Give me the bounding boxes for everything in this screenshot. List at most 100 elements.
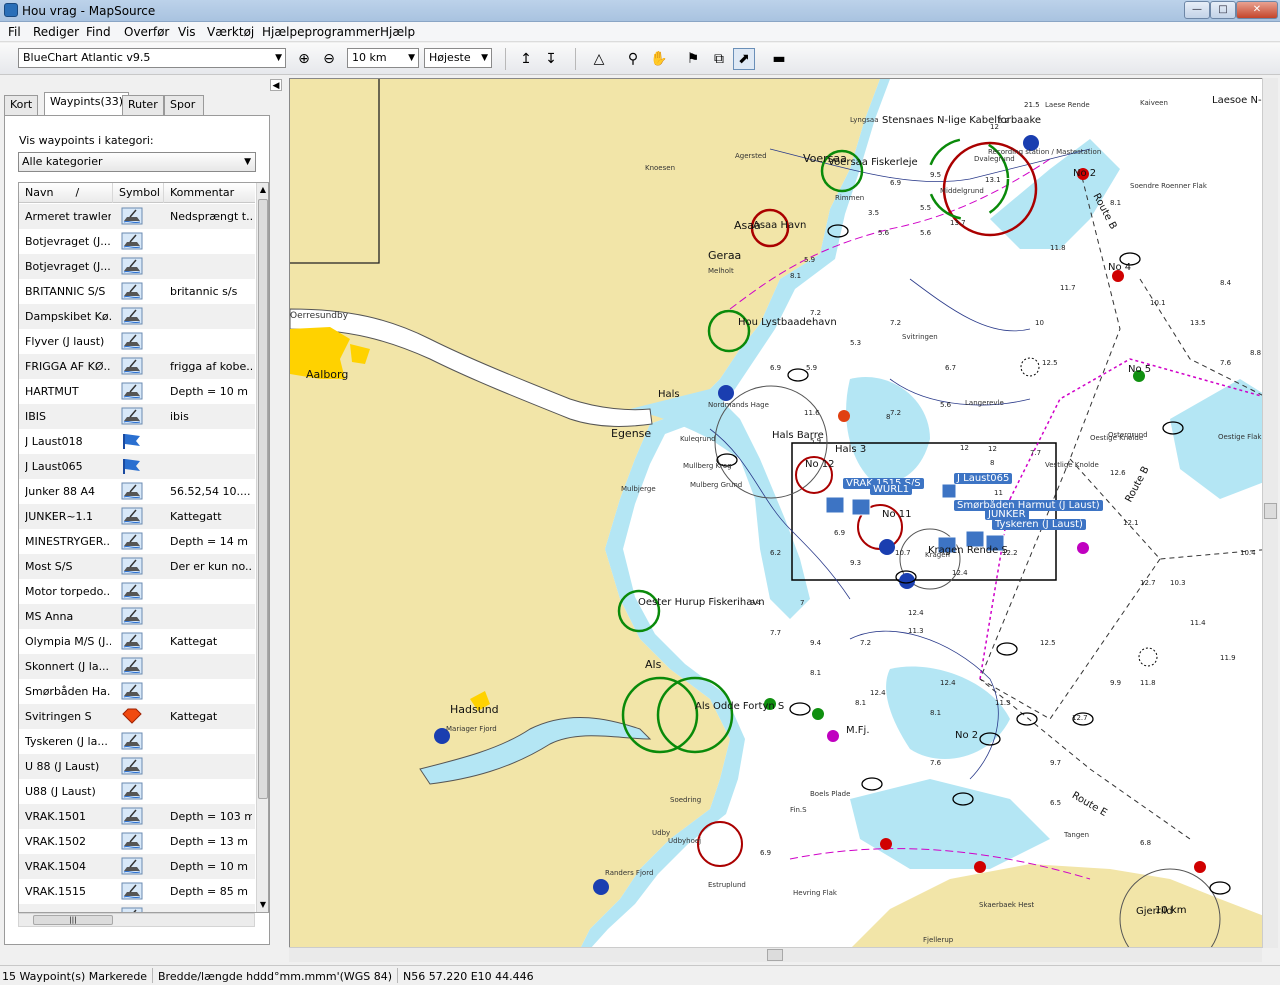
waypoint-comment: Depth = 10 m [170, 385, 248, 398]
receive-from-device-icon[interactable]: ↥ [515, 48, 537, 70]
menu-find[interactable]: Find [86, 25, 111, 39]
zoom-out-icon[interactable]: ⊖ [318, 48, 340, 70]
table-row[interactable]: HARTMUT Depth = 10 m [19, 379, 255, 404]
map-horizontal-scrollbar[interactable] [289, 947, 1262, 962]
waypoint-tool-icon[interactable]: ⚑ [682, 48, 704, 70]
menu-help[interactable]: Hjælp [380, 25, 415, 39]
list-vertical-scrollbar[interactable]: ▲ ▼ [256, 183, 268, 912]
table-row[interactable]: Skonnert (J la... [19, 654, 255, 679]
scroll-up-icon[interactable]: ▲ [257, 183, 268, 197]
column-name[interactable]: Navn / [19, 183, 113, 203]
table-row[interactable]: Botjevraget (J... [19, 229, 255, 254]
waypoint-list[interactable]: Navn / Symbol Kommentar Armeret trawler Ne… [18, 182, 269, 913]
detail-level-select[interactable]: Højeste ▼ [424, 48, 492, 68]
waypoint-label[interactable]: Tyskeren (J Laust) [992, 519, 1086, 530]
table-row[interactable]: MINESTRYGER... Depth = 14 m [19, 529, 255, 554]
waypoint-label[interactable]: JUNKER [985, 509, 1029, 520]
selection-tool-icon[interactable]: ⬈ [733, 48, 755, 70]
category-select[interactable]: Alle kategorier ▼ [18, 152, 256, 172]
column-symbol[interactable]: Symbol [113, 183, 164, 203]
depth-sounding: 8.1 [810, 669, 822, 677]
zoom-tool-icon[interactable]: ⚲ [622, 48, 644, 70]
depth-sounding: 7.2 [890, 409, 902, 417]
chart-label: Tangen [1064, 831, 1090, 839]
table-row[interactable]: IBIS ibis [19, 404, 255, 429]
zoom-scale-select[interactable]: 10 km ▼ [347, 48, 419, 68]
tab-maps[interactable]: Kort [4, 95, 39, 115]
depth-sounding: 12 [990, 123, 999, 131]
table-row[interactable]: Most S/S Der er kun no... [19, 554, 255, 579]
wreck-icon [121, 857, 143, 875]
depth-sounding: 8.4 [1220, 279, 1232, 287]
menu-tools[interactable]: Værktøj [207, 25, 254, 39]
table-row[interactable]: VRAK.1504 Depth = 10 m [19, 854, 255, 879]
hand-tool-icon[interactable]: ✋ [648, 48, 670, 70]
column-comment[interactable]: Kommentar [164, 183, 255, 203]
send-to-device-icon[interactable]: ↧ [540, 48, 562, 70]
table-row[interactable]: JUNKER~1.1 Kattegatt [19, 504, 255, 529]
waypoint-label[interactable]: WURL1 [870, 484, 913, 495]
menu-file[interactable]: Fil [8, 25, 21, 39]
table-row[interactable]: MS Anna [19, 604, 255, 629]
map-canvas[interactable] [290, 79, 1271, 948]
table-row[interactable]: U 88 (J Laust) [19, 754, 255, 779]
waypoint-label[interactable]: Kragen Rende S [928, 545, 1008, 556]
scrollbar-thumb[interactable]: ||| [33, 915, 113, 925]
waypoint-label[interactable]: No 12 [805, 459, 835, 470]
tab-routes[interactable]: Ruter [122, 95, 164, 115]
menu-edit[interactable]: Rediger [33, 25, 79, 39]
table-row[interactable]: BRITANNIC S/S britannic s/s [19, 279, 255, 304]
table-row[interactable]: VRAK.1502 Depth = 13 m [19, 829, 255, 854]
list-horizontal-scrollbar[interactable]: ||| [18, 913, 255, 927]
tab-waypoints[interactable]: Waypints(33) [44, 92, 130, 116]
table-row[interactable]: Flyver (J laust) [19, 329, 255, 354]
scrollbar-thumb[interactable] [1264, 503, 1277, 519]
map-tool-icon[interactable]: △ [588, 48, 610, 70]
table-row[interactable]: FRIGGA AF KØ... frigga af kobe... [19, 354, 255, 379]
scroll-down-icon[interactable]: ▼ [257, 898, 268, 912]
table-row[interactable]: Smørbåden Ha... [19, 679, 255, 704]
waypoint-label[interactable]: Hals 3 [835, 444, 866, 455]
route-tool-icon[interactable]: ⧉ [708, 48, 730, 70]
maximize-button[interactable]: □ [1210, 1, 1236, 19]
depth-sounding: 5.9 [804, 256, 816, 264]
menu-utilities[interactable]: Hjælpeprogrammer [262, 25, 380, 39]
table-row[interactable]: VRAK.1501 Depth = 103 m [19, 804, 255, 829]
chart-label: Langerevle [965, 399, 1004, 407]
waypoint-label[interactable]: J Laust065 [954, 473, 1013, 484]
distance-tool-icon[interactable]: ▬ [768, 48, 790, 70]
tab-tracks[interactable]: Spor [164, 95, 204, 115]
close-button[interactable]: ✕ [1236, 1, 1278, 19]
table-row[interactable]: Junker 88 A4 56.52,54 10.... [19, 479, 255, 504]
table-row[interactable]: U88 (J Laust) [19, 779, 255, 804]
menu-view[interactable]: Vis [178, 25, 196, 39]
map-vertical-scrollbar[interactable] [1262, 78, 1278, 948]
menu-transfer[interactable]: Overfør [124, 25, 169, 39]
table-row[interactable]: Motor torpedo... [19, 579, 255, 604]
table-row[interactable]: VRAK.1515 Depth = 85 m [19, 879, 255, 904]
minimize-button[interactable]: — [1184, 1, 1210, 19]
zoom-in-icon[interactable]: ⊕ [293, 48, 315, 70]
table-row[interactable]: Botjevraget (J... [19, 254, 255, 279]
depth-sounding: 11.6 [804, 409, 820, 417]
depth-sounding: 10.3 [1170, 579, 1186, 587]
table-row[interactable]: Armeret trawler Nedsprængt t... [19, 204, 255, 229]
table-row[interactable]: Svitringen S Kattegat [19, 704, 255, 729]
map-product-select[interactable]: BlueChart Atlantic v9.5 ▼ [18, 48, 286, 68]
table-row[interactable]: Dampskibet Kø... [19, 304, 255, 329]
table-row[interactable]: Olympia M/S (J... Kattegat [19, 629, 255, 654]
panel-collapse-icon[interactable]: ◀ [270, 79, 282, 91]
waypoint-label[interactable]: No 11 [882, 509, 912, 520]
chart-label: Skaerbaek Hest [979, 901, 1035, 909]
depth-sounding: 9.5 [930, 171, 942, 179]
chart-map[interactable]: Aalborg Hadsund Geraa Egense Als Voersaa… [289, 78, 1271, 948]
table-row[interactable]: VRAK.1516Depth = 85 m [19, 904, 255, 912]
scrollbar-thumb[interactable] [258, 199, 268, 799]
wreck-icon [851, 498, 871, 516]
chart-label: Oestige Flak [1218, 433, 1262, 441]
scrollbar-thumb[interactable] [767, 949, 783, 961]
table-row[interactable]: Tyskeren (J la... [19, 729, 255, 754]
table-row[interactable]: J Laust018 [19, 429, 255, 454]
table-row[interactable]: J Laust065 [19, 454, 255, 479]
chart-label: Mullberg Krog [683, 462, 732, 470]
